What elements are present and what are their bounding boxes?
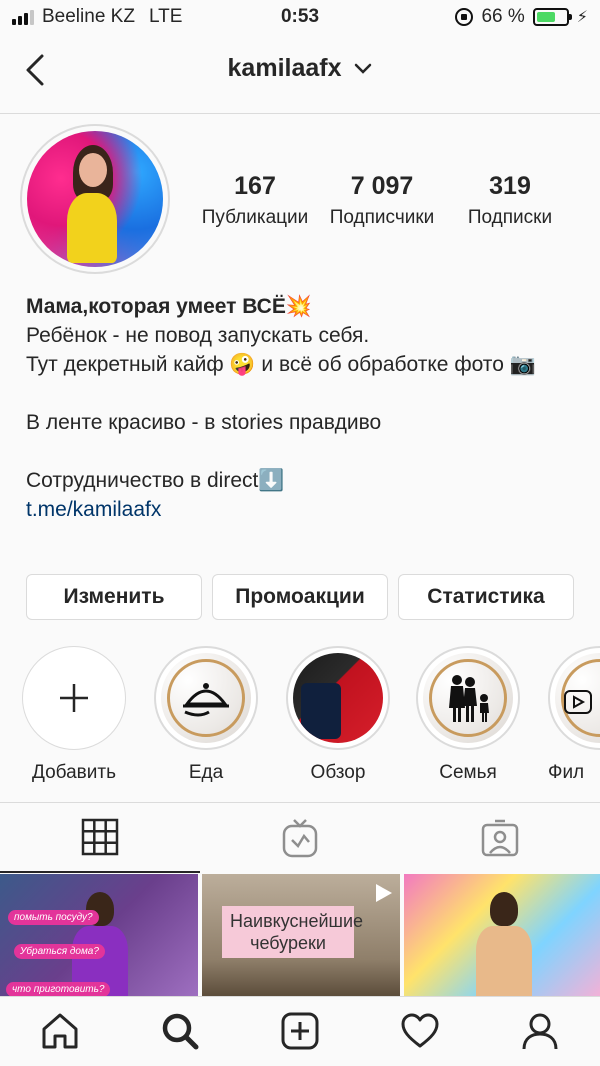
igtv-icon [282,819,318,858]
highlight-films[interactable]: Фил [548,646,600,784]
profile-bio: Мама,которая умеет ВСЁ💥 Ребёнок - не пов… [26,292,586,524]
post-caption: Наивкуснейшие чебуреки [222,906,363,958]
stat-value: 167 [234,172,276,200]
bottom-navigation [0,996,600,1066]
stat-label: Публикации [201,207,309,228]
igtv-tab[interactable] [200,803,400,873]
stat-label: Подписчики [329,207,435,228]
highlight-family[interactable]: Семья [416,646,520,784]
highlight-add[interactable]: Добавить [22,646,126,784]
heart-icon[interactable] [400,1011,440,1051]
home-icon[interactable] [40,1011,80,1051]
edit-profile-button[interactable]: Изменить [26,574,202,620]
profile-tabs [0,802,600,873]
tagged-icon [481,819,519,857]
video-play-icon [376,884,392,902]
avatar-photo [27,131,163,267]
profile-icon[interactable] [520,1011,560,1051]
stat-value: 319 [489,172,531,200]
username-title: kamilaafx [227,54,342,82]
promotions-button[interactable]: Промоакции [212,574,388,620]
tagged-tab[interactable] [400,803,600,873]
bio-line: В ленте красиво - в stories правдиво [26,411,382,434]
post-caption: помыть посуду? [8,910,99,925]
stat-label: Подписки [467,207,553,228]
insights-button[interactable]: Статистика [398,574,574,620]
stat-followers[interactable]: 7 097 Подписчики [320,172,444,229]
add-post-icon[interactable] [280,1011,320,1051]
clothes-photo [301,683,341,739]
highlight-label: Семья [439,762,497,783]
bio-link[interactable]: t.me/kamilaafx [26,495,586,524]
bio-line: Сотрудничество в direct⬇️ [26,469,285,492]
post-thumbnail[interactable]: Наивкуснейшие чебуреки [202,874,400,996]
bio-line: Тут декретный кайф 🤪 и всё об обработке … [26,353,536,376]
account-switcher[interactable]: kamilaafx [0,54,600,83]
battery-icon [532,8,572,26]
highlight-label: Фил [548,762,585,783]
highlight-label: Обзор [310,762,366,783]
highlight-label: Еда [188,762,224,783]
stat-following[interactable]: 319 Подписки [448,172,572,229]
charging-icon: ⚡ [576,9,588,26]
cloche-icon [183,683,229,717]
bio-line: Ребёнок - не повод запускать себя. [26,324,370,347]
post-caption: что приготовить? [6,982,111,996]
post-caption: Убраться дома? [14,944,105,959]
search-icon[interactable] [160,1011,200,1051]
battery-percent: 66 % [481,6,525,27]
profile-name: Мама,которая умеет ВСЁ💥 [26,295,313,318]
stat-value: 7 097 [350,172,414,200]
posts-grid: помыть посуду? Убраться дома? что пригот… [0,874,600,996]
grid-tab[interactable] [0,803,200,873]
plus-icon [60,684,88,712]
status-bar: Beeline KZ LTE 0:53 66 % ⚡ [0,0,600,34]
highlight-food[interactable]: Еда [154,646,258,784]
rotation-lock-icon [455,8,474,26]
stat-posts[interactable]: 167 Публикации [190,172,320,229]
profile-avatar[interactable] [20,124,170,274]
profile-header: kamilaafx [0,34,600,114]
chevron-down-icon [355,64,372,75]
family-icon [449,675,489,722]
post-thumbnail[interactable]: помыть посуду? Убраться дома? что пригот… [0,874,198,996]
grid-icon [81,818,119,856]
video-icon [564,690,592,714]
highlight-label: Добавить [32,762,116,783]
post-thumbnail[interactable] [404,874,600,996]
highlight-review[interactable]: Обзор [286,646,390,784]
